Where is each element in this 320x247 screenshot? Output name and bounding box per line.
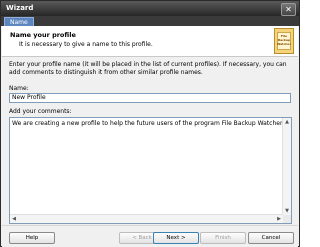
comments-textarea[interactable]: We are creating a new profile to help th… (9, 117, 292, 224)
close-button[interactable]: ✕ (281, 3, 296, 16)
help-button[interactable]: Help (9, 232, 55, 244)
window-title: Wizard (6, 4, 34, 12)
comments-text: We are creating a new profile to help th… (12, 120, 284, 127)
next-button[interactable]: Next > (153, 232, 199, 244)
name-label: Name: (9, 85, 29, 92)
horizontal-scrollbar[interactable]: ◀ ▶ (10, 214, 283, 223)
app-logo: File Backup Watcher (274, 28, 294, 54)
button-bar: Help < Back Next > Finish Cancel (2, 225, 298, 247)
title-bar: Wizard ✕ (1, 1, 299, 16)
logo-text: File Backup Watcher (276, 34, 292, 46)
scroll-left-icon[interactable]: ◀ (10, 215, 18, 223)
step-title: Name your profile (10, 31, 76, 39)
tab-strip: Name (1, 16, 299, 27)
scroll-up-icon[interactable]: ▲ (283, 118, 291, 126)
step-subtitle: It is necessary to give a name to this p… (19, 41, 153, 48)
cancel-button[interactable]: Cancel (248, 232, 294, 244)
step-header: Name your profile It is necessary to giv… (2, 26, 298, 57)
step-content: Enter your profile name (it will be plac… (9, 61, 292, 224)
scrollbar-corner (283, 215, 291, 223)
scroll-right-icon[interactable]: ▶ (275, 215, 283, 223)
finish-button[interactable]: Finish (200, 232, 246, 244)
vertical-scrollbar[interactable]: ▲ ▼ (282, 118, 291, 215)
profile-name-input[interactable]: New Profile (9, 93, 291, 103)
step-description: Enter your profile name (it will be plac… (9, 61, 287, 76)
wizard-window: Wizard ✕ Name Name your profile It is ne… (0, 0, 300, 247)
scroll-down-icon[interactable]: ▼ (283, 207, 291, 215)
comments-label: Add your comments: (9, 108, 72, 115)
close-icon: ✕ (285, 5, 292, 14)
